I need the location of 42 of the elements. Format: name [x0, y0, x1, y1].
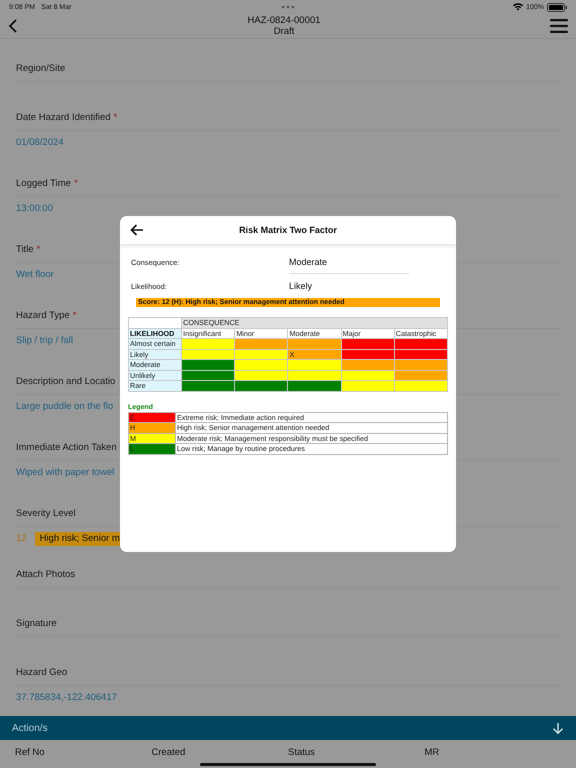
- menu-icon[interactable]: [550, 19, 568, 33]
- required-mark: *: [74, 178, 78, 189]
- field-value: Likely: [289, 281, 314, 291]
- field-label: Attach Photos: [16, 569, 76, 580]
- section-title: Action/s: [12, 722, 48, 734]
- section-header-bar[interactable]: Action/s: [0, 716, 576, 740]
- field-label: Logged Time: [16, 178, 71, 189]
- wifi-icon: [513, 3, 524, 11]
- field-label: Signature: [16, 618, 57, 629]
- field-label: Region/Site: [16, 63, 66, 74]
- battery-icon: [547, 2, 567, 12]
- field-value[interactable]: 13:00:00: [16, 197, 53, 221]
- field-value[interactable]: 01/08/2024: [16, 131, 64, 155]
- column-header: Status: [288, 747, 316, 758]
- required-mark: *: [72, 310, 76, 321]
- column-header: Ref No: [15, 747, 46, 758]
- column-header: Created: [152, 747, 186, 758]
- field-label: Immediate Action Taken: [16, 442, 117, 453]
- field-label: Description and Locatio: [16, 376, 116, 387]
- screen-subtitle: Draft: [274, 26, 294, 37]
- required-mark: *: [36, 244, 40, 255]
- field-label: Date Hazard Identified: [16, 112, 111, 123]
- severity-badge: High risk; Senior m: [34, 532, 122, 546]
- down-arrow-icon[interactable]: [552, 722, 564, 734]
- field-value[interactable]: Slip / trip / fall: [16, 329, 74, 353]
- field-value: Moderate: [289, 250, 409, 274]
- back-icon[interactable]: [8, 18, 18, 34]
- field-label: Hazard Geo: [16, 667, 68, 678]
- screen-title: HAZ-0824-00001: [248, 15, 320, 26]
- field-value[interactable]: Wiped with paper towel: [16, 461, 114, 485]
- field-label: Hazard Type: [16, 310, 70, 321]
- severity-score: 12: [16, 532, 27, 546]
- required-mark: *: [114, 112, 118, 123]
- field-value[interactable]: 37.785834,-122.406417: [16, 686, 117, 710]
- field-value[interactable]: Large puddle on the flo: [16, 395, 114, 419]
- field-value[interactable]: Wet floor: [16, 263, 54, 287]
- back-arrow-icon[interactable]: [130, 224, 144, 236]
- column-header: MR: [424, 747, 440, 758]
- multitask-dots-icon: [281, 5, 295, 9]
- field-label: Severity Level: [16, 508, 76, 519]
- dialog-title: Risk Matrix Two Factor: [238, 225, 338, 235]
- field-label: Title: [16, 244, 34, 255]
